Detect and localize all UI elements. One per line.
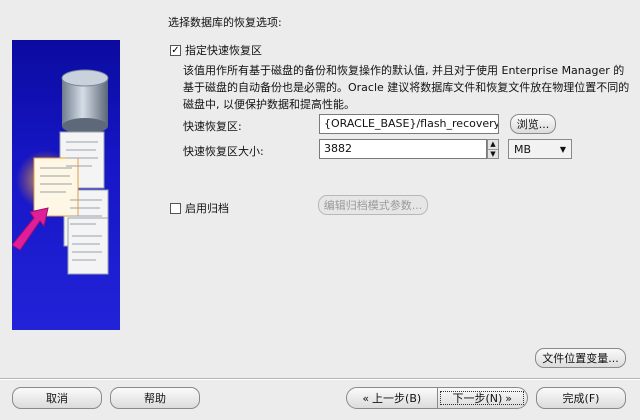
flash-recovery-location-label: 快速恢复区: <box>183 120 242 133</box>
footer-separator <box>0 378 640 380</box>
page-heading: 选择数据库的恢复选项: <box>168 16 282 29</box>
edit-archive-params-button[interactable]: 编辑归档模式参数... <box>318 195 428 215</box>
flash-recovery-checkbox[interactable]: ✓ <box>170 44 181 56</box>
archiving-checkbox-label: 启用归档 <box>185 202 229 215</box>
wizard-illustration <box>12 40 120 330</box>
size-unit-select[interactable]: MB ▼ <box>508 139 572 159</box>
flash-recovery-option[interactable]: ✓ 指定快速恢复区 <box>170 42 262 58</box>
spinner-up-icon[interactable]: ▲ <box>488 140 498 149</box>
finish-button[interactable]: 完成(F) <box>536 387 626 409</box>
spinner-down-icon[interactable]: ▼ <box>488 148 498 159</box>
archiving-option[interactable]: 启用归档 <box>170 200 229 216</box>
database-icon <box>61 69 109 134</box>
file-location-variables-button[interactable]: 文件位置变量... <box>535 348 626 368</box>
chevron-down-icon: ▼ <box>559 144 566 154</box>
flash-recovery-size-input[interactable]: 3882 <box>319 139 487 159</box>
next-button[interactable]: 下一步(N) » <box>436 388 528 408</box>
wizard-nav-group: « 上一步(B) 下一步(N) » <box>346 387 528 409</box>
size-unit-value: MB <box>514 142 532 156</box>
archiving-checkbox[interactable] <box>170 202 181 214</box>
size-spinner[interactable]: ▲ ▼ <box>487 139 499 159</box>
flash-recovery-size-label: 快速恢复区大小: <box>183 145 264 158</box>
chevron-left-icon: « <box>362 391 370 405</box>
chevron-right-icon: » <box>505 391 513 405</box>
flash-recovery-description: 该值用作所有基于磁盘的备份和恢复操作的默认值, 并且对于使用 Enterpris… <box>183 64 630 111</box>
flash-recovery-checkbox-label: 指定快速恢复区 <box>185 44 262 57</box>
back-button[interactable]: « 上一步(B) <box>347 388 437 408</box>
database-documents-illustration <box>12 69 109 275</box>
arrow-icon <box>12 207 49 251</box>
cancel-button[interactable]: 取消 <box>12 387 102 409</box>
next-button-label: 下一步(N) <box>452 392 503 405</box>
browse-button[interactable]: 浏览... <box>510 114 556 134</box>
flash-recovery-location-input[interactable]: {ORACLE_BASE}/flash_recovery_area <box>319 114 499 134</box>
help-button[interactable]: 帮助 <box>110 387 200 409</box>
back-button-label: 上一步(B) <box>372 392 422 405</box>
